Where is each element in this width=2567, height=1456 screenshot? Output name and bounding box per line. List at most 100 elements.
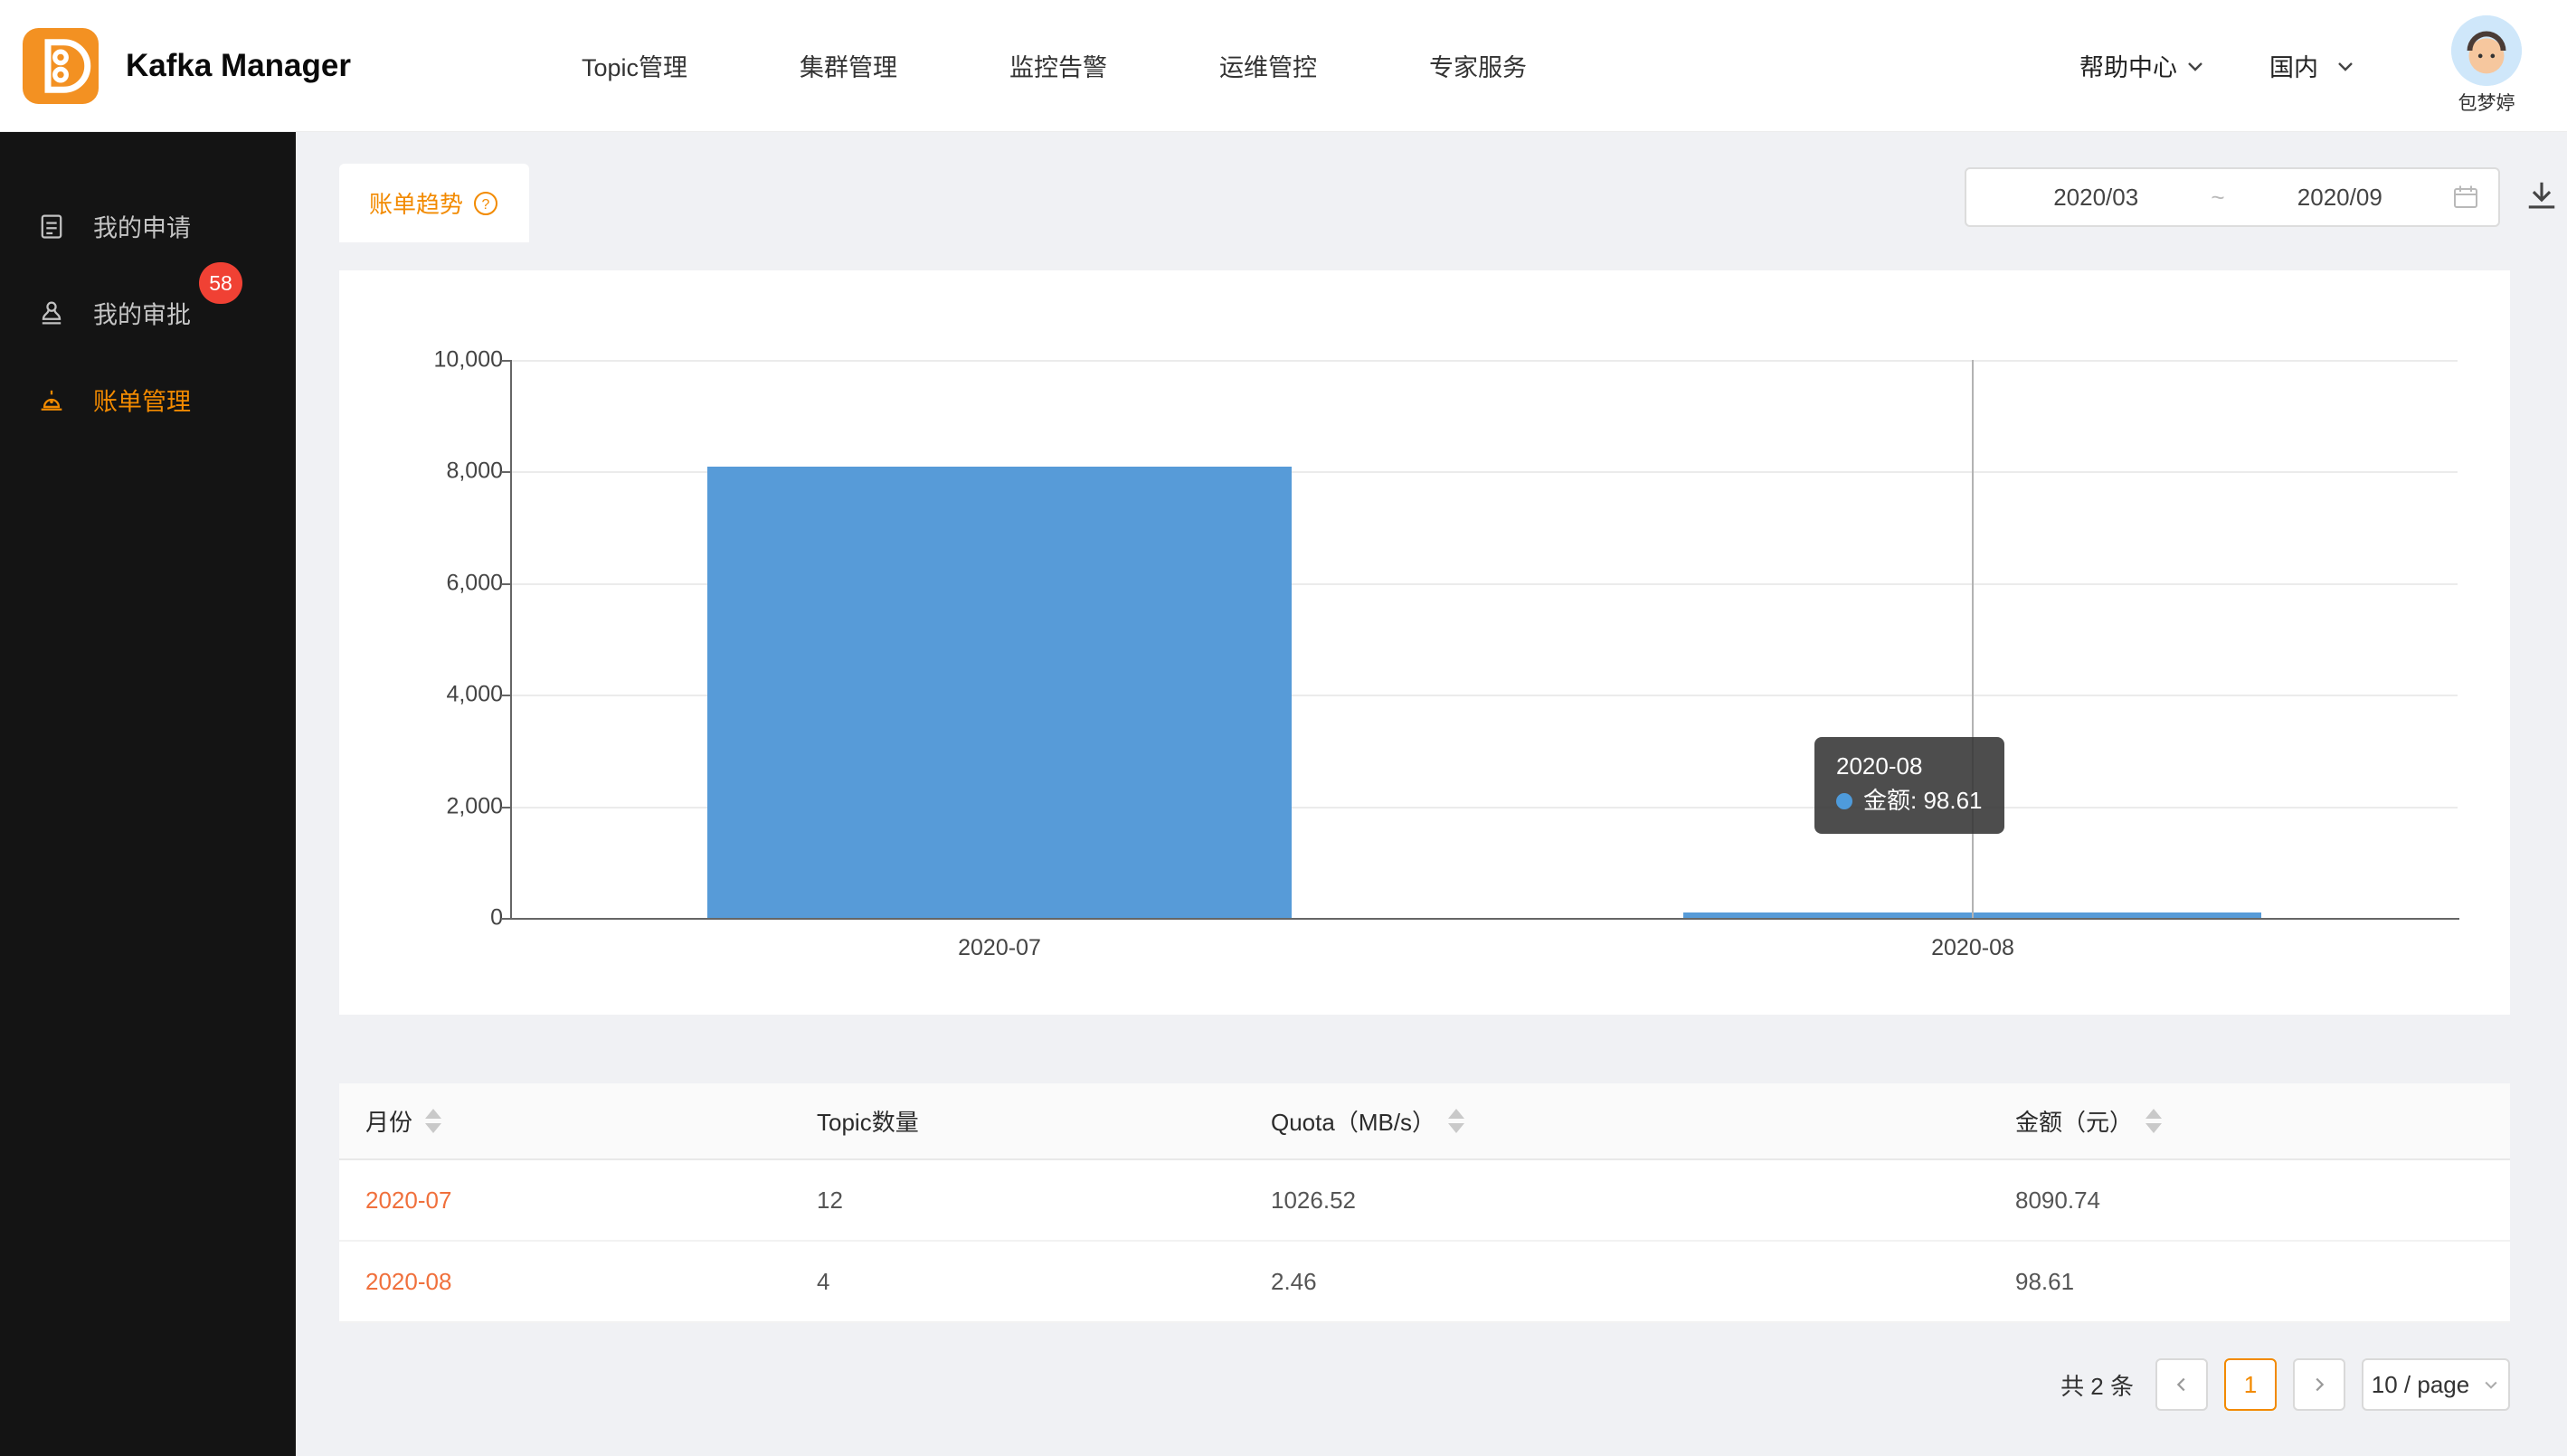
sidebar: 我的申请 我的审批 58 账单管理: [0, 132, 296, 1456]
table-row: 2020-07 12 1026.52 8090.74: [339, 1160, 2510, 1242]
chart-tooltip: 2020-08 金额: 98.61: [1814, 737, 2004, 834]
y-axis-tick: [501, 807, 512, 808]
y-axis-tick-label: 2,000: [446, 794, 503, 820]
y-axis-tick-label: 10,000: [434, 347, 503, 373]
sidebar-item-label: 我的审批: [93, 296, 191, 331]
header-cell-month[interactable]: 月份: [339, 1104, 791, 1138]
page-size-value: 10 / page: [2372, 1371, 2469, 1399]
tooltip-title: 2020-08: [1836, 750, 1983, 784]
app-header: Kafka Manager Topic管理 集群管理 监控告警 运维管控 专家服…: [0, 0, 2567, 132]
nav-item-ops-control[interactable]: 运维管控: [1219, 48, 1317, 83]
amount-cell: 8090.74: [1989, 1187, 2510, 1215]
approval-count-badge: 58: [199, 262, 242, 304]
date-range-end: 2020/09: [2229, 184, 2451, 212]
date-range-separator: ~: [2207, 184, 2228, 212]
month-link[interactable]: 2020-08: [365, 1268, 451, 1295]
download-button[interactable]: [2519, 174, 2564, 219]
column-label: Quota（MB/s）: [1271, 1104, 1435, 1138]
chart-plot: 2020-07 2020-08 2020-08 金额: 98.61: [512, 360, 2458, 918]
header-cell-quota[interactable]: Quota（MB/s）: [1245, 1104, 1989, 1138]
nav-item-expert-service[interactable]: 专家服务: [1429, 48, 1527, 83]
download-icon: [2522, 175, 2562, 215]
y-axis-tick: [501, 471, 512, 473]
user-name: 包梦婷: [2458, 89, 2515, 116]
series-dot-icon: [1836, 793, 1852, 809]
chevron-left-icon: [2172, 1375, 2192, 1395]
amount-cell: 98.61: [1989, 1268, 2510, 1296]
avatar[interactable]: [2451, 15, 2522, 86]
column-label: Topic数量: [817, 1104, 919, 1138]
help-center-menu[interactable]: 帮助中心: [2079, 48, 2206, 83]
y-axis-tick-label: 6,000: [446, 571, 503, 597]
chevron-down-icon: [2335, 55, 2356, 77]
region-menu[interactable]: 国内: [2269, 48, 2356, 83]
topic-count-cell: 4: [791, 1268, 1245, 1296]
sidebar-item-my-applications[interactable]: 我的申请: [0, 183, 296, 269]
alarm-icon: [36, 384, 67, 415]
help-center-label: 帮助中心: [2079, 48, 2177, 83]
tab-bill-trend[interactable]: 账单趋势 ?: [339, 164, 529, 242]
header-right: 帮助中心 国内 包梦婷: [2079, 15, 2567, 116]
circle-question-icon[interactable]: ?: [472, 190, 499, 217]
page-size-select[interactable]: 10 / page: [2362, 1358, 2510, 1411]
calendar-icon: [2451, 183, 2480, 212]
next-page-button[interactable]: [2293, 1358, 2345, 1411]
sidebar-item-label: 账单管理: [93, 383, 191, 418]
clipboard-icon: [36, 211, 67, 241]
tooltip-value: 金额: 98.61: [1863, 784, 1983, 818]
sort-icon: [1448, 1109, 1464, 1133]
prev-page-button[interactable]: [2155, 1358, 2208, 1411]
pagination-total: 共 2 条: [2060, 1368, 2134, 1402]
table-row: 2020-08 4 2.46 98.61: [339, 1242, 2510, 1323]
kafka-manager-logo-icon: [23, 28, 99, 104]
x-axis-line: [510, 918, 2459, 920]
nav-item-monitor-alert[interactable]: 监控告警: [1009, 48, 1107, 83]
y-axis-line: [510, 360, 512, 918]
nav-item-cluster-management[interactable]: 集群管理: [800, 48, 897, 83]
crosshair-line: [1972, 360, 1974, 918]
bar-2020-07[interactable]: [707, 467, 1292, 918]
sidebar-item-my-approvals[interactable]: 我的审批 58: [0, 269, 296, 356]
x-axis-tick-label: 2020-07: [958, 935, 1041, 961]
quota-cell: 1026.52: [1245, 1187, 1989, 1215]
y-axis-tick: [501, 918, 512, 920]
sort-icon: [2145, 1109, 2162, 1133]
chevron-right-icon: [2309, 1375, 2329, 1395]
svg-text:?: ?: [482, 197, 490, 213]
main-content: 账单趋势 ? 2020/03 ~ 2020/09 10,000 8,000 6,00…: [296, 132, 2567, 1456]
gridline: [512, 360, 2458, 362]
brand-title: Kafka Manager: [126, 48, 351, 84]
date-range-picker[interactable]: 2020/03 ~ 2020/09: [1965, 167, 2500, 227]
tab-bill-trend-label: 账单趋势: [369, 186, 463, 220]
region-label: 国内: [2269, 48, 2318, 83]
column-label: 金额（元）: [2015, 1104, 2133, 1138]
nav-item-topic-management[interactable]: Topic管理: [582, 48, 687, 83]
stamp-icon: [36, 298, 67, 328]
sidebar-item-label: 我的申请: [93, 209, 191, 244]
header-cell-topic-count: Topic数量: [791, 1104, 1245, 1138]
y-axis-tick: [501, 360, 512, 362]
topic-count-cell: 12: [791, 1187, 1245, 1215]
quota-cell: 2.46: [1245, 1268, 1989, 1296]
sidebar-item-bill-management[interactable]: 账单管理: [0, 356, 296, 443]
y-axis-tick: [501, 695, 512, 696]
pagination: 共 2 条 1 10 / page: [339, 1358, 2510, 1411]
table-header-row: 月份 Topic数量 Quota（MB/s） 金额（元）: [339, 1083, 2510, 1160]
y-axis-labels: 10,0008,0006,0004,0002,0000: [339, 360, 503, 918]
chevron-down-icon: [2482, 1376, 2500, 1394]
chevron-down-icon: [2184, 55, 2206, 77]
header-cell-amount[interactable]: 金额（元）: [1989, 1104, 2510, 1138]
top-nav: Topic管理 集群管理 监控告警 运维管控 专家服务: [582, 48, 1527, 83]
page-1-button[interactable]: 1: [2224, 1358, 2277, 1411]
y-axis-tick: [501, 583, 512, 585]
bill-table: 月份 Topic数量 Quota（MB/s） 金额（元） 2020-07 12 …: [339, 1083, 2510, 1323]
sort-icon: [425, 1109, 441, 1133]
column-label: 月份: [365, 1104, 412, 1138]
y-axis-tick-label: 8,000: [446, 459, 503, 485]
x-axis-tick-label: 2020-08: [1931, 935, 2014, 961]
month-link[interactable]: 2020-07: [365, 1187, 451, 1214]
user-menu[interactable]: 包梦婷: [2451, 15, 2522, 116]
y-axis-tick-label: 4,000: [446, 682, 503, 708]
date-range-start: 2020/03: [1984, 184, 2207, 212]
bill-trend-chart-panel: 10,0008,0006,0004,0002,0000 2020-07 2020…: [339, 270, 2510, 1015]
